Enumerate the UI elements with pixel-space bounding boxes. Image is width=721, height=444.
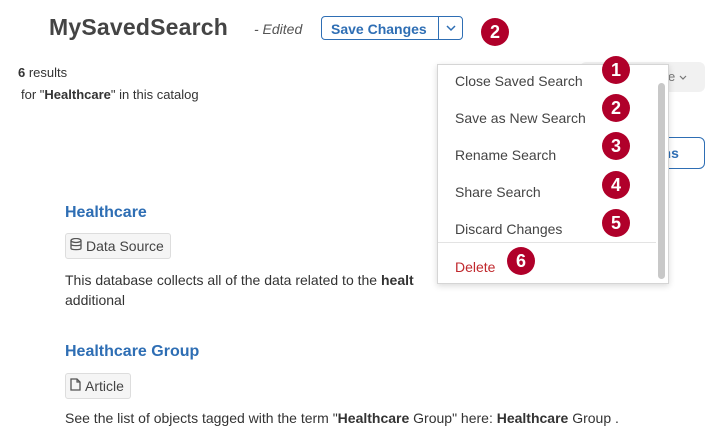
callout-badge: 5	[602, 209, 630, 237]
document-icon	[70, 378, 85, 394]
description-text: Group" here:	[409, 410, 497, 426]
chevron-down-icon	[445, 19, 456, 37]
query-suffix: " in this catalog	[110, 87, 199, 102]
save-changes-button[interactable]: Save Changes	[321, 16, 439, 40]
query-prefix: for "	[21, 87, 45, 102]
callout-badge: 3	[602, 132, 630, 160]
results-count: 6 results	[18, 65, 67, 80]
sort-dropdown-text: e	[668, 69, 676, 84]
result-type-tag: Article	[65, 373, 131, 399]
sort-dropdown-label: e	[668, 69, 687, 84]
save-options-menu: Close Saved Search Save as New Search Re…	[437, 64, 669, 284]
database-icon	[70, 237, 86, 254]
edited-label: - Edited	[254, 21, 303, 37]
description-text: See the list of objects tagged with the …	[65, 410, 338, 426]
result-description: This database collects all of the data r…	[65, 270, 445, 310]
callout-badge: 2	[602, 94, 630, 122]
menu-divider	[438, 242, 656, 243]
description-highlight: Healthcare	[337, 410, 410, 426]
description-text: This database collects all of the data r…	[65, 272, 381, 288]
menu-item-save-as-new-search[interactable]: Save as New Search	[455, 110, 586, 126]
callout-badge: 2	[481, 18, 509, 46]
description-highlight: Healthcare	[496, 410, 569, 426]
result-description: See the list of objects tagged with the …	[65, 408, 705, 428]
description-text: additional	[65, 292, 125, 308]
menu-item-delete[interactable]: Delete	[455, 259, 495, 275]
result-title[interactable]: Healthcare	[65, 204, 147, 222]
description-highlight: healt	[380, 272, 414, 288]
callout-badge: 6	[507, 247, 535, 275]
chevron-down-icon	[679, 69, 687, 84]
menu-item-discard-changes[interactable]: Discard Changes	[455, 221, 562, 237]
menu-item-rename-search[interactable]: Rename Search	[455, 147, 556, 163]
result-type-label: Article	[85, 378, 124, 394]
result-type-tag: Data Source	[65, 233, 171, 259]
result-type-label: Data Source	[86, 238, 164, 254]
save-options-toggle[interactable]	[438, 16, 463, 40]
query-term: Healthcare	[44, 87, 111, 102]
page-title: MySavedSearch	[49, 14, 229, 40]
result-title[interactable]: Healthcare Group	[65, 343, 199, 361]
menu-scrollbar[interactable]	[658, 83, 665, 279]
results-count-suffix: results	[25, 65, 68, 80]
menu-item-share-search[interactable]: Share Search	[455, 184, 541, 200]
callout-badge: 1	[602, 56, 630, 84]
callout-badge: 4	[602, 171, 630, 199]
description-text: Group .	[568, 410, 619, 426]
menu-item-close-saved-search[interactable]: Close Saved Search	[455, 73, 583, 89]
results-query-line: for "Healthcare" in this catalog	[21, 87, 199, 102]
